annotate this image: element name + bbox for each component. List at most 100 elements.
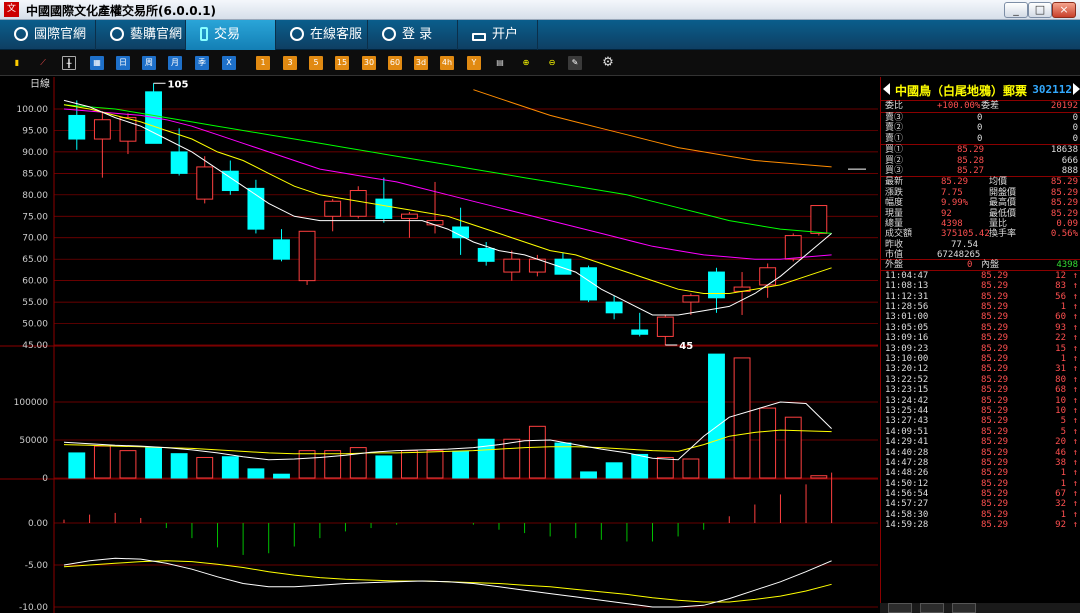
period-week-button[interactable]: 周 [142,56,156,70]
volume-bar [554,442,572,479]
tick-direction-icon: ↑ [1072,364,1078,375]
tab-international-site[interactable]: 國際官網 [0,20,96,50]
volume-tick-label: 50000 [19,436,48,446]
tick-row: 14:56:54 85.29 67 ↑ [881,489,1080,499]
price-tick-label: 55.00 [22,298,48,308]
tick-time: 13:09:16 [885,333,929,344]
tick-direction-icon: ↑ [1072,353,1078,364]
tick-row: 11:04:47 85.29 12 ↑ [881,271,1080,281]
period-3d-button[interactable]: 3d [414,56,428,70]
panel-tab-2[interactable] [920,603,944,613]
minute-30-button[interactable]: 30 [362,56,376,70]
period-year-button[interactable]: Y [467,56,481,70]
stat-value: 85.29 [941,177,969,188]
panel-tab-1[interactable] [888,603,912,613]
panel-tab-3[interactable] [952,603,976,613]
tab-open-account[interactable]: 开户 [458,20,538,50]
tick-direction-icon: ↑ [1072,416,1078,427]
stat-value: 0.56% [1050,229,1078,240]
line-chart-icon[interactable]: ⟋ [36,56,50,70]
candle-body [784,235,802,260]
period-label: 日線 [30,77,50,90]
period-month-button[interactable]: 月 [168,56,182,70]
kline-chart[interactable]: 100.00 95.00 90.00 85.00 80.00 75.00 70.00 65.0… [0,77,878,613]
link-icon [110,27,124,41]
volume-bar [708,353,725,479]
minimize-button[interactable]: _ [1004,2,1028,18]
pen-icon[interactable]: ✎ [568,56,582,70]
tick-row: 14:40:28 85.29 46 ↑ [881,448,1080,458]
tick-direction-icon: ↑ [1072,322,1078,333]
tick-direction-icon: ↑ [1072,291,1078,302]
draw-tool-icon[interactable]: ▤ [493,56,507,70]
candle-body [273,239,290,260]
tab-online-support[interactable]: 在線客服 [276,20,368,50]
candle-body [324,200,342,217]
tab-login[interactable]: 登 录 [368,20,458,50]
prev-stock-icon[interactable] [883,83,890,95]
candle-body [605,301,623,314]
tick-time: 13:20:12 [885,364,929,375]
price-tick-label: 65.00 [22,255,48,265]
zoom-in-icon[interactable]: ⊕ [519,56,533,70]
candle-body [682,295,700,303]
tick-time: 13:27:43 [885,416,929,427]
tick-volume: 5 [1060,416,1066,427]
period-day-button[interactable]: 日 [116,56,130,70]
price-tick-label: 90.00 [22,148,48,158]
bar-chart-icon[interactable]: ▮ [10,56,24,70]
volume-bar [733,357,751,479]
stat-value: 9.99% [941,198,969,209]
stat-value: 85.29 [1050,187,1078,198]
period-quarter-button[interactable]: 季 [195,56,209,70]
period-x-button[interactable]: X [222,56,236,70]
stat-value: 85.29 [1050,198,1078,209]
minute-5-button[interactable]: 5 [309,56,323,70]
zoom-out-icon[interactable]: ⊖ [545,56,559,70]
tab-art-shop-site[interactable]: 藝購官網 [96,20,186,50]
volume-bar [605,462,623,479]
volume-bar [247,468,265,479]
minute-3-button[interactable]: 3 [283,56,297,70]
tick-time: 11:28:56 [885,302,929,313]
sell-label: 賣① [885,133,904,144]
stat-value: 0.09 [1056,218,1078,229]
stat-value: 375105.42 [941,229,990,240]
volume-bar [170,453,188,479]
tick-row: 13:22:52 85.29 80 ↑ [881,375,1080,385]
candlestick-icon[interactable]: ╫ [62,56,76,70]
minute-60-button[interactable]: 60 [388,56,402,70]
period-4h-button[interactable]: 4h [440,56,454,70]
buy-orders: 買① 85.29 18638 買② 85.28 666 買③ 85.27 888 [881,145,1080,178]
close-button[interactable]: × [1052,2,1076,18]
tab-trade[interactable]: 交易 [186,20,276,50]
quote-header: 中國鳥（白尾地鴉）郵票 302112 [881,77,1080,101]
volume-bar [119,450,137,479]
macd-tick-label: -5.00 [25,561,49,571]
app-logo-icon: 文 [4,2,19,17]
stat-label: 總量 [885,218,904,229]
stat-row: 漲跌 7.75 開盤價 85.29 [881,188,1080,198]
tick-price: 85.29 [981,447,1009,458]
tick-direction-icon: ↑ [1072,426,1078,437]
tick-price: 85.29 [981,333,1009,344]
tick-price: 85.29 [981,343,1009,354]
tick-volume: 1 [1060,353,1066,364]
kline-chart-area[interactable]: 100.00 95.00 90.00 85.00 80.00 75.00 70.00 65.0… [0,77,878,613]
tick-time: 14:47:28 [885,457,929,468]
stat-value: 85.29 [1050,208,1078,219]
weibi-row: 委比 +100.00% 委差 20192 [881,101,1080,113]
maximize-button[interactable]: □ [1028,2,1052,18]
tick-time: 14:48:26 [885,468,929,479]
buy-volume: 888 [1061,165,1078,176]
tick-row: 13:09:23 85.29 15 ↑ [881,344,1080,354]
stat-label: 最高價 [989,198,1017,209]
gear-icon[interactable]: ⚙ [601,56,615,70]
stat-label: 換手率 [989,229,1017,240]
calendar-icon[interactable]: ▦ [90,56,104,70]
next-stock-icon[interactable] [1073,83,1080,95]
volume-bar [503,438,521,479]
minute-1-button[interactable]: 1 [256,56,270,70]
minute-15-button[interactable]: 15 [335,56,349,70]
tick-volume: 93 [1055,322,1066,333]
